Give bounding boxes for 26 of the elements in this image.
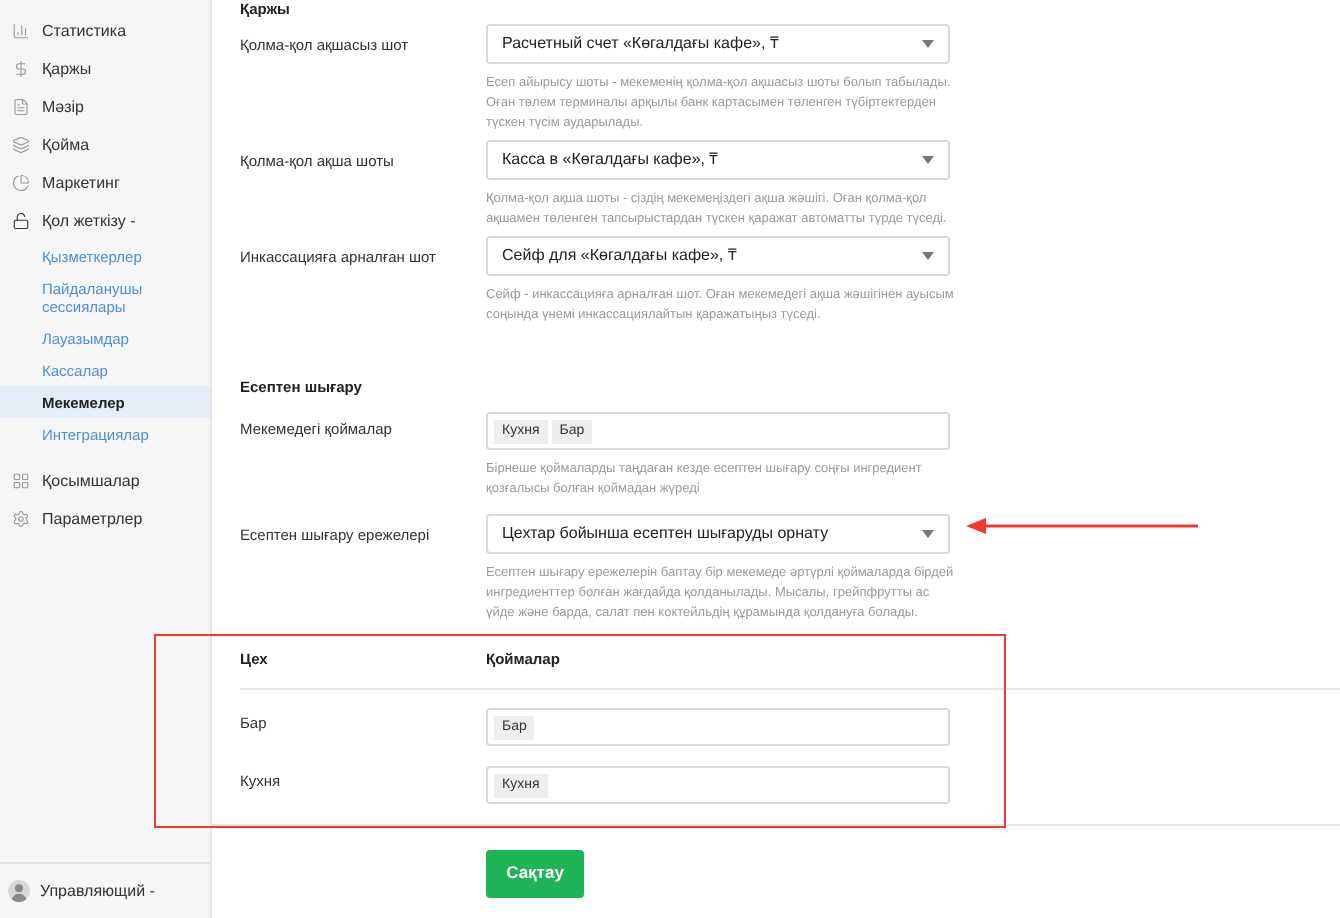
sidebar-item[interactable]: Қойма bbox=[0, 126, 210, 164]
sidebar-item[interactable]: Қол жеткізу - bbox=[0, 202, 210, 240]
select-field[interactable]: Расчетный счет «Көгалдағы кафе», ₸ bbox=[486, 24, 950, 64]
layers-icon bbox=[12, 136, 30, 154]
lock-icon bbox=[12, 212, 30, 230]
sidebar-item[interactable]: Параметрлер bbox=[0, 500, 210, 538]
select-field[interactable]: Сейф для «Көгалдағы кафе», ₸ bbox=[486, 236, 950, 276]
user-menu[interactable]: Управляющий - bbox=[40, 879, 155, 903]
sidebar-item[interactable]: Мәзір bbox=[0, 88, 210, 126]
caret-icon bbox=[922, 252, 934, 260]
select-field[interactable]: Цехтар бойынша есептен шығаруды орнату bbox=[486, 514, 950, 555]
sidebar-item[interactable]: Статистика bbox=[0, 12, 210, 50]
select-field[interactable]: Касса в «Көгалдағы кафе», ₸ bbox=[486, 140, 950, 180]
user-avatar-icon bbox=[8, 880, 30, 902]
grid-icon bbox=[12, 472, 30, 490]
caret-icon bbox=[922, 40, 934, 48]
gear-icon bbox=[12, 510, 30, 528]
pie-chart-icon bbox=[12, 174, 30, 192]
sidebar-item[interactable]: Қосымшалар bbox=[0, 462, 210, 500]
sidebar-item[interactable]: Маркетинг bbox=[0, 164, 210, 202]
sidebar-item[interactable]: Қаржы bbox=[0, 50, 210, 88]
document-icon bbox=[12, 98, 30, 116]
caret-icon bbox=[922, 530, 934, 539]
bar-chart-icon bbox=[12, 22, 30, 40]
dollar-icon bbox=[12, 60, 30, 78]
caret-icon bbox=[922, 156, 934, 164]
